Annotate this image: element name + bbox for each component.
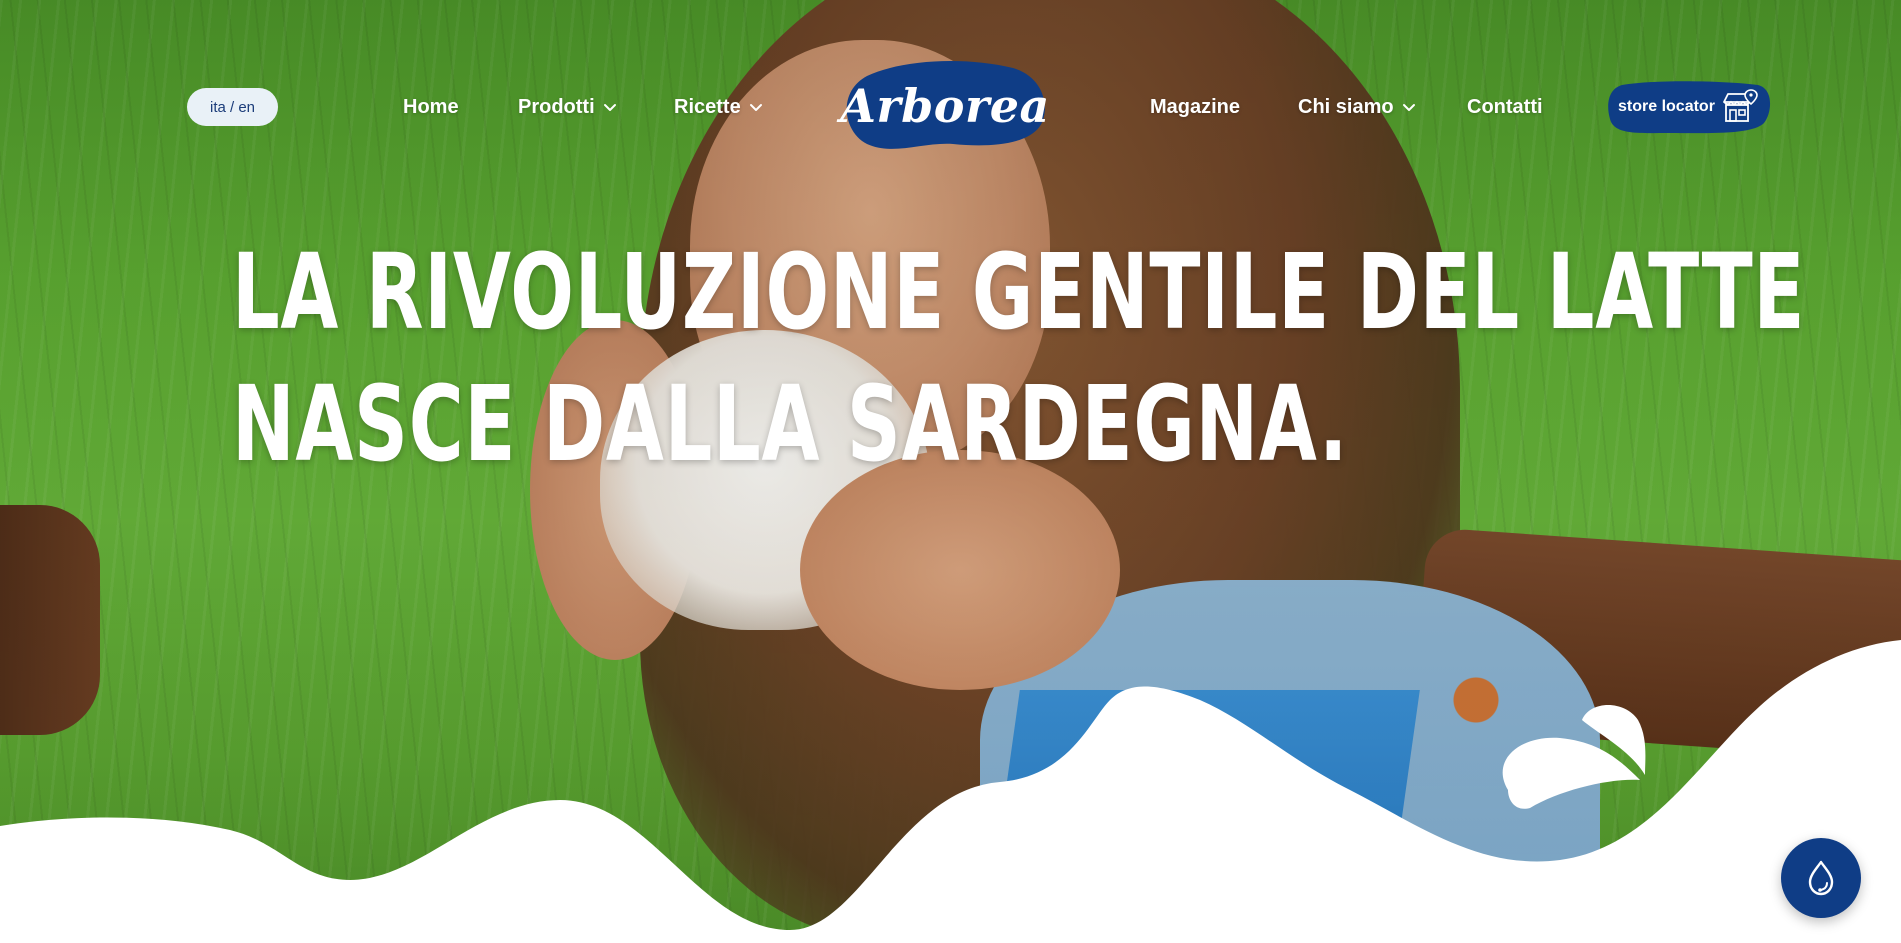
language-toggle[interactable]: ita / en xyxy=(187,88,278,126)
headline-line-1: LA RIVOLUZIONE GENTILE DEL LATTE xyxy=(232,231,1806,353)
nav-item-label: Contatti xyxy=(1467,95,1543,118)
store-locator-button[interactable]: store locator xyxy=(1608,79,1771,135)
nav-item-label: Chi siamo xyxy=(1298,95,1394,118)
headline-line-2: NASCE DALLA SARDEGNA. xyxy=(232,363,1349,485)
nav-item-label: Ricette xyxy=(674,95,741,118)
nav-item-home[interactable]: Home xyxy=(403,94,459,120)
logo-text: Arborea xyxy=(840,79,1050,133)
store-locator-label: store locator xyxy=(1618,98,1715,115)
nav-item-label: Home xyxy=(403,95,459,118)
chevron-down-icon xyxy=(1402,104,1415,111)
nav-item-contatti[interactable]: Contatti xyxy=(1467,94,1543,120)
nav-item-label: Prodotti xyxy=(518,95,595,118)
brand-logo[interactable]: Arborea xyxy=(840,58,1050,154)
hero-headline: LA RIVOLUZIONE GENTILE DEL LATTE NASCE D… xyxy=(232,226,1806,490)
chevron-down-icon xyxy=(603,104,616,111)
chat-button[interactable] xyxy=(1781,838,1861,918)
nav-item-label: Magazine xyxy=(1150,95,1241,118)
nav-item-magazine[interactable]: Magazine xyxy=(1150,94,1240,120)
nav-item-prodotti[interactable]: Prodotti xyxy=(518,94,617,120)
chevron-down-icon xyxy=(749,104,762,111)
nav-item-chi-siamo[interactable]: Chi siamo xyxy=(1298,94,1416,120)
milk-drop-headset-icon xyxy=(1808,860,1834,896)
nav-item-ricette[interactable]: Ricette xyxy=(674,94,763,120)
store-pin-icon xyxy=(1723,89,1758,122)
